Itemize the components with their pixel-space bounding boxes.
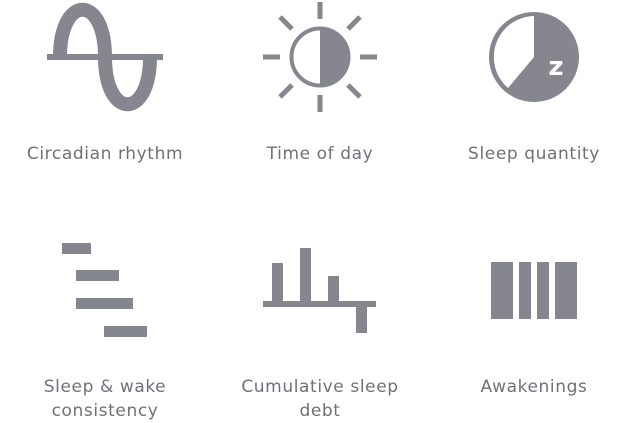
tile-label: Sleep quantity — [468, 144, 600, 164]
sleep-wake-consistency-icon — [62, 243, 147, 337]
svg-text:z: z — [548, 52, 563, 82]
tile-label: Sleep & wake consistency — [43, 377, 167, 421]
time-of-day-icon — [263, 2, 377, 112]
tile-label: Cumulative sleep debt — [241, 377, 399, 421]
sleep-quantity-icon: z — [489, 12, 579, 102]
tile-label: Circadian rhythm — [26, 144, 184, 164]
cumulative-sleep-debt-icon — [263, 248, 376, 333]
circadian-rhythm-icon — [47, 2, 163, 112]
awakenings-icon — [491, 262, 577, 319]
tile-label: Awakenings — [480, 377, 588, 397]
tile-label: Time of day — [266, 144, 374, 164]
